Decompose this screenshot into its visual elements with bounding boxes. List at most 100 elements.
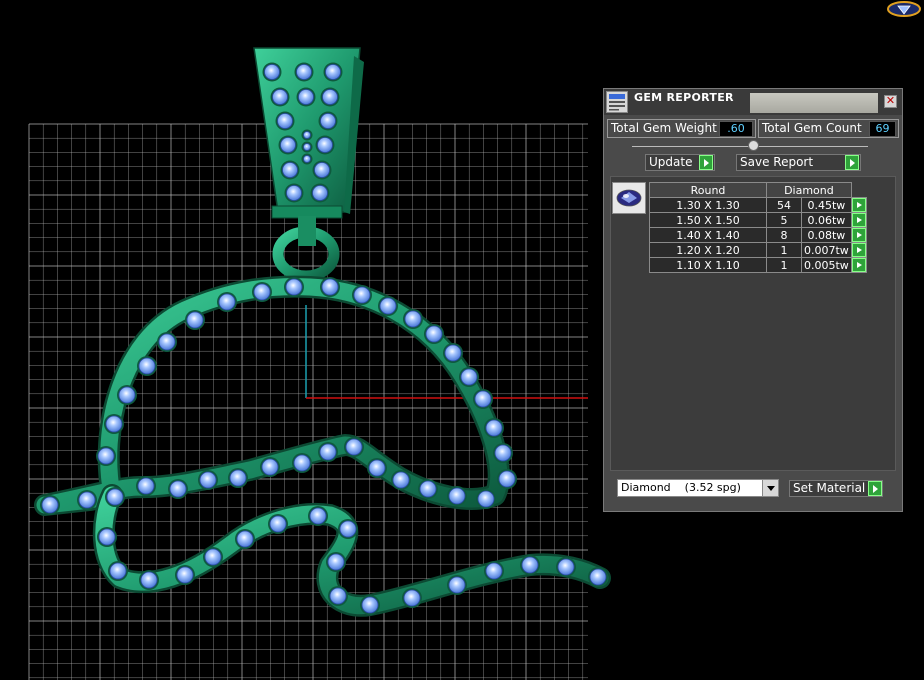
- gem-stone: [459, 367, 479, 387]
- material-select[interactable]: Diamond (3.52 spg): [617, 479, 779, 497]
- gem-stone: [301, 141, 313, 153]
- gem-stone: [260, 457, 280, 477]
- gem-count-cell: 54: [766, 197, 802, 213]
- gem-stone: [235, 529, 255, 549]
- gem-count-cell: 8: [766, 227, 802, 243]
- gem-stone: [139, 570, 159, 590]
- gem-stone: [447, 575, 467, 595]
- gem-stone: [447, 486, 467, 506]
- gem-stone: [262, 62, 282, 82]
- close-icon[interactable]: ✕: [884, 95, 897, 108]
- gem-stone: [278, 135, 298, 155]
- total-gem-count-value: 69: [869, 121, 896, 137]
- total-gem-weight-value: .60: [719, 121, 753, 137]
- gem-stone: [280, 160, 300, 180]
- gem-stone: [323, 62, 343, 82]
- pendant-model[interactable]: [34, 47, 611, 617]
- update-label: Update: [649, 155, 693, 169]
- gem-stone: [284, 183, 304, 203]
- gem-stone: [97, 527, 117, 547]
- gem-stone: [252, 282, 272, 302]
- table-row[interactable]: 1.20 X 1.20 1 0.007tw: [649, 242, 867, 258]
- set-material-label: Set Material: [793, 481, 866, 495]
- app-logo-icon[interactable]: [886, 0, 922, 18]
- gem-stone: [117, 385, 137, 405]
- gem-stone: [308, 506, 328, 526]
- table-row[interactable]: 1.30 X 1.30 54 0.45tw: [649, 197, 867, 213]
- play-icon[interactable]: [851, 258, 866, 272]
- play-icon[interactable]: [851, 228, 866, 242]
- gem-stone: [296, 87, 316, 107]
- gem-stone: [344, 437, 364, 457]
- gem-weight-cell: 0.06tw: [801, 212, 852, 228]
- gem-stone: [77, 490, 97, 510]
- gem-stone: [403, 309, 423, 329]
- gem-count-cell: 1: [766, 257, 802, 273]
- dropdown-arrow-icon[interactable]: [762, 480, 778, 496]
- gem-stone: [270, 87, 290, 107]
- gem-stone: [185, 310, 205, 330]
- table-row[interactable]: 1.10 X 1.10 1 0.005tw: [649, 257, 867, 273]
- gem-stone: [284, 277, 304, 297]
- save-report-button[interactable]: Save Report: [736, 154, 861, 171]
- gem-stone: [228, 468, 248, 488]
- gem-stone: [338, 519, 358, 539]
- panel-titlebar[interactable]: GEM REPORTER ✕: [604, 89, 902, 115]
- gem-stone: [40, 495, 60, 515]
- gem-stone: [312, 160, 332, 180]
- gem-stone: [96, 446, 116, 466]
- gem-stone: [310, 183, 330, 203]
- gem-stone: [360, 595, 380, 615]
- gem-stone: [292, 453, 312, 473]
- gem-stone: [301, 153, 313, 165]
- gem-weight-cell: 0.08tw: [801, 227, 852, 243]
- ring-connector: [298, 216, 316, 246]
- gem-stone: [556, 557, 576, 577]
- gem-stone: [315, 135, 335, 155]
- gem-stone: [268, 514, 288, 534]
- gem-stone: [318, 111, 338, 131]
- panel-splitter-knob[interactable]: [748, 140, 759, 151]
- gem-stone: [108, 561, 128, 581]
- gem-stone: [320, 87, 340, 107]
- table-row[interactable]: 1.50 X 1.50 5 0.06tw: [649, 212, 867, 228]
- gem-table-header: Round Diamond: [649, 182, 867, 198]
- gem-size-cell: 1.30 X 1.30: [649, 197, 767, 213]
- gem-stone: [168, 479, 188, 499]
- gem-stone: [367, 458, 387, 478]
- table-row[interactable]: 1.40 X 1.40 8 0.08tw: [649, 227, 867, 243]
- gem-stone: [493, 443, 513, 463]
- play-icon[interactable]: [699, 155, 713, 170]
- gem-stone: [294, 62, 314, 82]
- gem-stone: [136, 476, 156, 496]
- gem-stone: [588, 567, 608, 587]
- play-icon[interactable]: [868, 481, 882, 496]
- gem-weight-cell: 0.45tw: [801, 197, 852, 213]
- play-icon[interactable]: [851, 243, 866, 257]
- gem-stone: [105, 487, 125, 507]
- gem-reporter-panel: GEM REPORTER ✕ Total Gem Weight .60 Tota…: [603, 88, 903, 512]
- gem-stone: [320, 277, 340, 297]
- play-icon[interactable]: [851, 213, 866, 227]
- gem-stone: [318, 442, 338, 462]
- gem-size-cell: 1.40 X 1.40: [649, 227, 767, 243]
- round-gem-icon[interactable]: [612, 182, 646, 214]
- gem-stone: [275, 111, 295, 131]
- gem-weight-cell: 0.005tw: [801, 257, 852, 273]
- gem-stone: [328, 586, 348, 606]
- gem-stone: [418, 479, 438, 499]
- gem-size-cell: 1.10 X 1.10: [649, 257, 767, 273]
- gem-table: Round Diamond 1.30 X 1.30 54 0.45tw 1.50…: [649, 182, 867, 273]
- play-icon[interactable]: [851, 198, 866, 212]
- gem-stone: [203, 547, 223, 567]
- gem-stone: [217, 292, 237, 312]
- gem-stone: [198, 470, 218, 490]
- titlebar-fill: [750, 93, 878, 113]
- column-header-shape: Round: [649, 182, 767, 198]
- gem-stone: [391, 470, 411, 490]
- panel-title: GEM REPORTER: [634, 91, 734, 104]
- gem-stone: [520, 555, 540, 575]
- play-icon[interactable]: [845, 155, 859, 170]
- gem-count-cell: 5: [766, 212, 802, 228]
- gem-size-cell: 1.20 X 1.20: [649, 242, 767, 258]
